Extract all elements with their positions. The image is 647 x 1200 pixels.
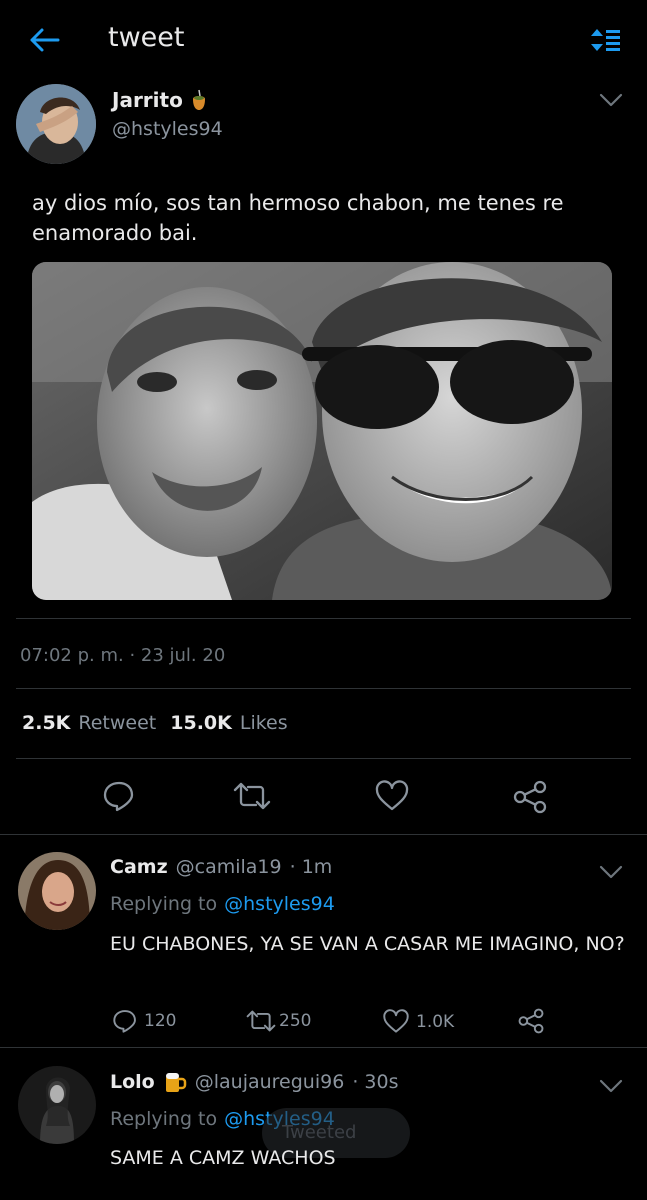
reply-time: · 30s [352,1071,399,1093]
reply-icon[interactable] [102,780,136,812]
share-icon[interactable] [517,1008,545,1034]
replying-label: Replying to [110,1108,218,1130]
tweet-photo[interactable] [32,262,612,600]
like-icon [382,1009,410,1034]
author-name[interactable]: Jarrito [112,88,183,112]
retweet-label[interactable]: Retweet [78,712,156,734]
reply-author-handle[interactable]: @camila19 [176,856,282,878]
retweet-count: 250 [279,1011,312,1031]
beer-icon [163,1070,187,1094]
avatar[interactable] [16,84,96,164]
retweet-icon [245,1010,277,1032]
chevron-down-icon[interactable] [598,92,624,108]
author-handle[interactable]: @hstyles94 [112,118,223,140]
back-arrow-icon[interactable] [28,27,60,53]
chevron-down-icon[interactable] [598,1078,624,1094]
tweet-text: ay dios mío, sos tan hermoso chabon, me … [32,191,564,245]
divider [0,1047,647,1048]
divider [16,618,631,619]
retweet-icon[interactable] [232,782,272,810]
retweet-action[interactable]: 250 [245,1010,311,1032]
reply-icon [112,1008,138,1034]
like-count: 1.0K [416,1011,455,1032]
divider [0,834,647,835]
reply-text: SAME A CAMZ WACHOS [110,1147,336,1169]
reply-author-name[interactable]: Camz [110,856,168,878]
like-icon[interactable] [374,780,410,812]
reply-author-name[interactable]: Lolo [110,1071,155,1093]
reply-author-handle[interactable]: @laujauregui96 [195,1071,345,1093]
like-action[interactable]: 1.0K [382,1009,454,1034]
retweet-count[interactable]: 2.5K [22,712,70,734]
reply-count: 120 [144,1011,177,1031]
mate-icon [191,89,207,111]
replying-label: Replying to [110,893,218,915]
chevron-down-icon[interactable] [598,864,624,880]
avatar[interactable] [18,1066,96,1144]
likes-count[interactable]: 15.0K [170,712,232,734]
sort-icon[interactable] [590,27,622,53]
page-title: tweet [108,22,185,53]
divider [16,688,631,689]
tweet-stats: 2.5K Retweet 15.0K Likes [22,712,288,734]
avatar[interactable] [18,852,96,930]
share-icon[interactable] [512,780,548,814]
reply-time: · 1m [289,856,333,878]
divider [16,758,631,759]
likes-label[interactable]: Likes [240,712,288,734]
replying-to-link[interactable]: @hstyles94 [224,893,335,915]
reply-action[interactable]: 120 [112,1008,176,1034]
reply-text: EU CHABONES, YA SE VAN A CASAR ME IMAGIN… [110,933,625,955]
toast-text: Tweeted [282,1122,357,1143]
tweet-timestamp: 07:02 p. m. · 23 jul. 20 [20,645,226,666]
